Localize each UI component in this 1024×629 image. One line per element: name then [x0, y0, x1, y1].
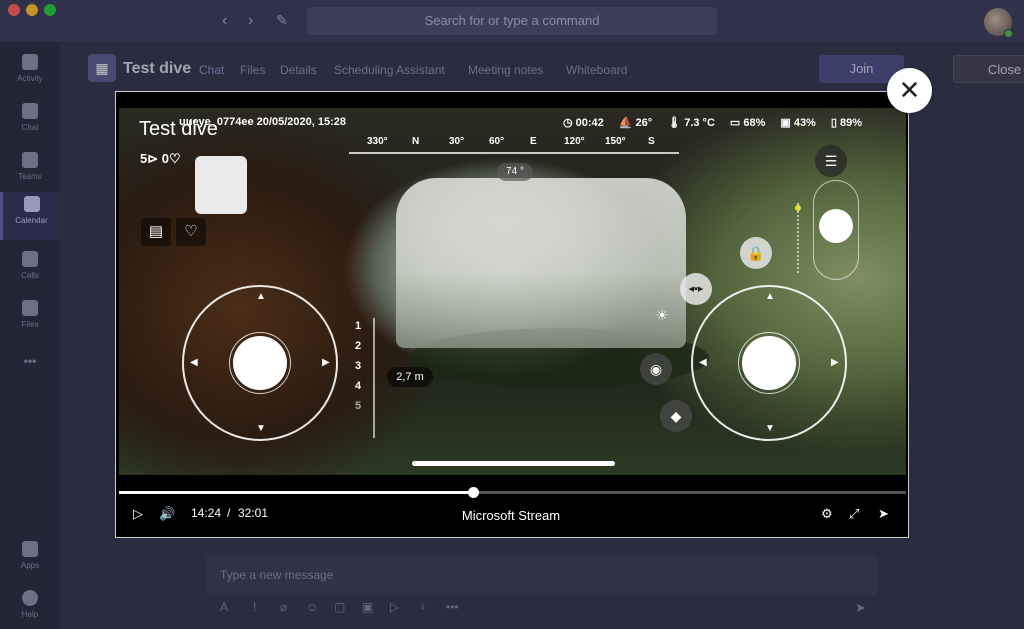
video-hud-stats: ◷ 00:42 ⛵ 26° 🌡 7.3 °C ▭ 68% ▣ 43% ▯ 89% [563, 117, 862, 129]
heading-readout: 74 ° [497, 163, 533, 181]
depth-readout: 2,7 m [387, 367, 433, 387]
share-icon[interactable]: ➤ [878, 506, 889, 522]
slider-ticks [797, 203, 801, 273]
gear-icon[interactable]: ⚙ [821, 506, 833, 522]
compass-mark: S [648, 136, 655, 147]
video-camera-icon: ◆ [660, 400, 692, 432]
video-hud-counts: 5⊳ 0♡ [140, 151, 181, 166]
video-scene-object [396, 178, 686, 348]
depth-tick: 4 [355, 380, 362, 392]
light-icon: ☀ [655, 307, 669, 323]
compass-mark: 30° [449, 136, 465, 147]
video-hud-device-date: uueye_0774ee 20/05/2020, 15:28 [179, 116, 346, 128]
vertical-slider [813, 180, 859, 280]
joystick-knob[interactable] [742, 336, 796, 390]
left-joystick[interactable]: ▲ ▼ ◀ ▶ [182, 285, 338, 441]
compass-strip: 330° N 30° 60° E 120° 150° S [349, 136, 679, 156]
seek-thumb[interactable] [468, 487, 480, 498]
arrow-up-icon: ▲ [765, 291, 775, 302]
arrow-up-icon: ▲ [256, 291, 266, 302]
log-icon: ▤ [141, 218, 171, 246]
source-label: Microsoft Stream [461, 508, 561, 523]
video-player: Test dive uueye_0774ee 20/05/2020, 15:28… [115, 91, 909, 538]
seek-progress [119, 491, 474, 494]
compass-mark: 60° [489, 136, 505, 147]
right-joystick[interactable]: ▲ ▼ ◀ ▶ [691, 285, 847, 441]
arrow-down-icon: ▼ [765, 423, 775, 434]
fullscreen-icon[interactable]: ⤢ [849, 506, 859, 522]
depth-scale: 1 2 3 4 5 [355, 318, 385, 438]
depth-tick: 1 [355, 320, 362, 332]
slider-indicator [795, 205, 801, 211]
compass-mark: 150° [605, 136, 626, 147]
hamburger-menu-icon: ☰ [815, 145, 847, 177]
arrow-right-icon: ▶ [831, 357, 839, 368]
arrow-left-icon: ◀ [699, 357, 707, 368]
volume-icon[interactable]: 🔊 [159, 506, 175, 522]
lock-icon: 🔒 [740, 237, 772, 269]
arrow-down-icon: ▼ [256, 423, 266, 434]
video-frame: Test dive uueye_0774ee 20/05/2020, 15:28… [119, 108, 906, 475]
arrow-left-icon: ◀ [190, 357, 198, 368]
heart-icon: ♡ [176, 218, 206, 246]
compass-mark: 330° [367, 136, 388, 147]
close-icon[interactable]: ✕ [887, 68, 932, 113]
compass-line [349, 152, 679, 154]
depth-tick: 5 [355, 400, 362, 412]
arrow-right-icon: ▶ [322, 357, 330, 368]
duration: 32:01 [238, 506, 269, 520]
time-separator: / [227, 506, 231, 520]
depth-tick: 2 [355, 340, 362, 352]
seek-bar[interactable] [119, 487, 906, 498]
joystick-knob[interactable] [233, 336, 287, 390]
redacted-overlay [195, 156, 247, 214]
compass-mark: 120° [564, 136, 585, 147]
slider-knob [819, 209, 853, 243]
home-indicator [412, 461, 615, 466]
compass-mark: E [530, 136, 537, 147]
camera-icon: ◉ [640, 353, 672, 385]
depth-bar [373, 318, 375, 438]
depth-tick: 3 [355, 360, 362, 372]
play-icon[interactable]: ▷ [133, 506, 143, 522]
current-time: 14:24 [191, 506, 222, 520]
lock-horizontal-icon: ◂▪▸ [680, 273, 712, 305]
compass-mark: N [412, 136, 420, 147]
